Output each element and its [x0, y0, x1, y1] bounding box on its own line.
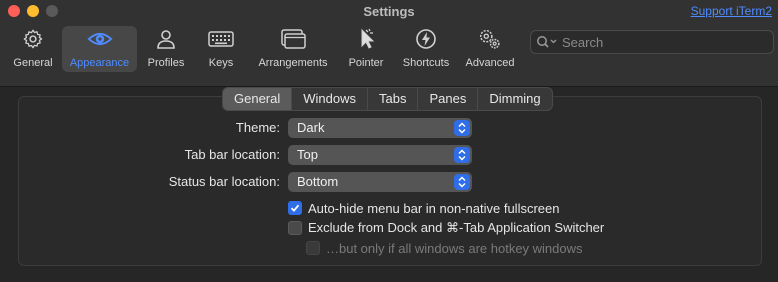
search-placeholder: Search [562, 34, 604, 50]
auto-hide-menu-checkbox[interactable] [288, 201, 302, 215]
windows-icon [280, 26, 306, 52]
tab-panes[interactable]: Panes [418, 88, 479, 110]
exclude-from-dock-label: Exclude from Dock and ⌘-Tab Application … [308, 220, 605, 235]
only-hotkey-option: …but only if all windows are hotkey wind… [306, 239, 583, 257]
toolbar-general[interactable]: General [8, 26, 58, 72]
tab-bar-location-row: Tab bar location: Top [0, 144, 778, 166]
lightning-icon [413, 26, 439, 52]
tab-bar-location-popup[interactable]: Top [288, 145, 472, 165]
toolbar-advanced[interactable]: Advanced [462, 26, 518, 72]
toolbar-shortcuts[interactable]: Shortcuts [398, 26, 454, 72]
only-hotkey-label: …but only if all windows are hotkey wind… [326, 240, 583, 256]
search-field[interactable]: Search [530, 30, 774, 54]
toolbar-label: Arrangements [258, 57, 328, 69]
gears-icon [477, 26, 503, 52]
window-title: Settings [363, 4, 415, 19]
toolbar-label: Keys [208, 57, 234, 69]
checkmark-icon [290, 204, 300, 212]
settings-window: Settings Support iTerm2 General Appearan… [0, 0, 778, 282]
theme-popup[interactable]: Dark [288, 118, 472, 138]
only-hotkey-checkbox [306, 241, 320, 255]
toolbar-label: Advanced [465, 57, 515, 69]
toolbar-arrangements[interactable]: Arrangements [254, 26, 332, 72]
tab-bar-location-value: Top [297, 147, 318, 162]
subtab-bar: General Windows Tabs Panes Dimming [222, 87, 553, 111]
pointer-icon [353, 26, 379, 52]
gear-icon [20, 26, 46, 52]
theme-value: Dark [297, 120, 325, 135]
exclude-from-dock-option[interactable]: Exclude from Dock and ⌘-Tab Application … [288, 219, 604, 237]
tab-bar-location-label: Tab bar location: [184, 147, 280, 162]
chevron-updown-icon [454, 147, 470, 163]
toolbar-label: General [13, 57, 53, 69]
tab-dimming[interactable]: Dimming [478, 88, 551, 110]
theme-row: Theme: Dark [0, 117, 778, 139]
toolbar-appearance[interactable]: Appearance [62, 26, 137, 72]
tab-tabs[interactable]: Tabs [368, 88, 419, 110]
eye-icon [86, 26, 113, 52]
exclude-from-dock-checkbox[interactable] [288, 221, 302, 235]
theme-label: Theme: [235, 120, 280, 135]
support-link[interactable]: Support iTerm2 [691, 4, 772, 18]
keyboard-icon [208, 26, 234, 52]
auto-hide-menu-option[interactable]: Auto-hide menu bar in non-native fullscr… [288, 199, 559, 217]
status-bar-location-value: Bottom [297, 174, 339, 189]
toolbar-profiles[interactable]: Profiles [141, 26, 191, 72]
tab-general[interactable]: General [223, 88, 293, 110]
person-icon [153, 26, 179, 52]
toolbar-label: Appearance [69, 57, 130, 69]
toolbar-pointer[interactable]: Pointer [343, 26, 389, 72]
toolbar-keys[interactable]: Keys [200, 26, 242, 72]
tab-windows[interactable]: Windows [292, 88, 368, 110]
titlebar: Settings Support iTerm2 General Appearan… [0, 0, 778, 87]
auto-hide-menu-label: Auto-hide menu bar in non-native fullscr… [308, 200, 560, 216]
status-bar-location-popup[interactable]: Bottom [288, 172, 472, 192]
search-icon [536, 35, 558, 49]
toolbar-label: Pointer [348, 57, 384, 69]
status-bar-location-row: Status bar location: Bottom [0, 171, 778, 193]
status-bar-location-label: Status bar location: [168, 174, 280, 189]
toolbar-label: Profiles [147, 57, 185, 69]
chevron-updown-icon [454, 174, 470, 190]
chevron-updown-icon [454, 120, 470, 136]
toolbar-label: Shortcuts [402, 57, 450, 69]
